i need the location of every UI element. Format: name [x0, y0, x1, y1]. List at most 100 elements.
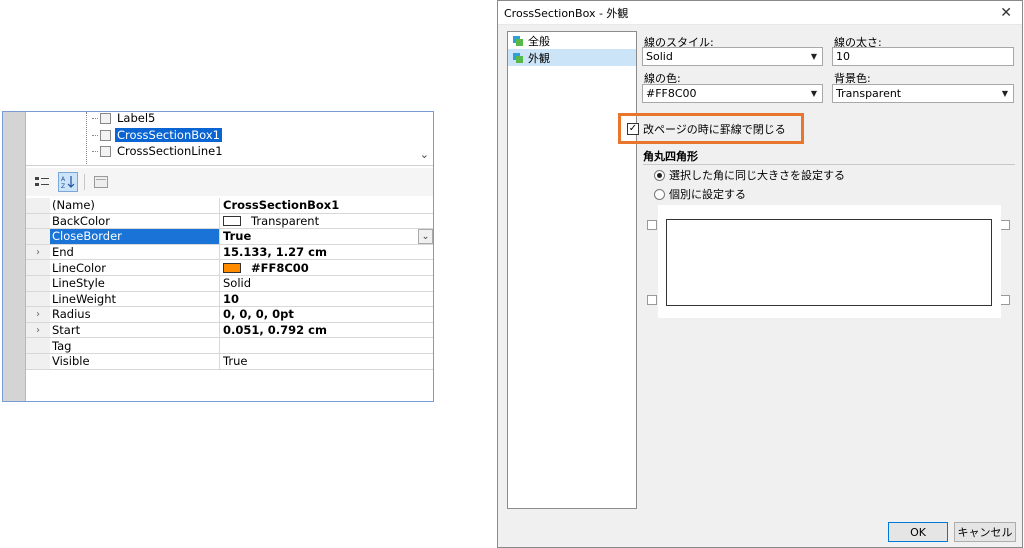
- property-value-text: True: [223, 229, 252, 244]
- nav-item-label: 全般: [528, 34, 550, 48]
- chevron-right-icon[interactable]: ›: [26, 322, 50, 338]
- corner-checkbox-bottom-left[interactable]: [647, 295, 657, 305]
- tree-dash: [92, 134, 98, 136]
- categorized-icon: [35, 177, 49, 186]
- sort-az-icon: A Z: [61, 176, 75, 189]
- line-weight-input[interactable]: 10: [832, 47, 1014, 66]
- section-divider: [643, 164, 1015, 165]
- property-row[interactable]: LineStyle Solid: [26, 275, 433, 292]
- corner-preview-area: [658, 205, 1001, 318]
- chevron-down-icon[interactable]: ⌄: [420, 148, 429, 161]
- property-value[interactable]: 0.051, 0.792 cm: [220, 323, 433, 338]
- nav-item-label: 外観: [528, 51, 550, 65]
- property-name: LineStyle: [50, 275, 220, 291]
- dialog-body: 全般 外観 線のスタイル: Solid ▼ 線の太さ: 10 線の色: #FF8…: [498, 25, 1022, 547]
- property-row[interactable]: Visible True: [26, 353, 433, 370]
- color-swatch: [223, 215, 241, 226]
- property-name: Visible: [50, 353, 220, 369]
- property-name: BackColor: [50, 213, 220, 229]
- tree-item-crosssectionline1[interactable]: CrossSectionLine1: [92, 143, 225, 159]
- radio-same-size[interactable]: 選択した角に同じ大きさを設定する: [654, 167, 845, 183]
- close-border-checkbox[interactable]: ✓: [627, 122, 639, 135]
- property-name: End: [50, 244, 220, 260]
- property-row[interactable]: BackColor Transparent: [26, 213, 433, 230]
- row-gutter: [26, 260, 50, 275]
- property-row[interactable]: Tag: [26, 338, 433, 354]
- property-row[interactable]: › Start 0.051, 0.792 cm: [26, 322, 433, 339]
- dialog-nav-list: 全般 外観: [507, 31, 637, 509]
- property-row[interactable]: › Radius 0, 0, 0, 0pt: [26, 307, 433, 323]
- svg-text:A: A: [61, 176, 66, 183]
- close-border-label[interactable]: 改ページの時に罫線で閉じる: [643, 121, 786, 137]
- property-value[interactable]: #FF8C00: [220, 260, 433, 275]
- property-pages-button[interactable]: [91, 172, 111, 192]
- property-row[interactable]: LineColor #FF8C00: [26, 260, 433, 276]
- row-gutter: [26, 213, 50, 229]
- tree-dash: [92, 150, 98, 152]
- property-value[interactable]: Transparent: [220, 214, 433, 229]
- property-value[interactable]: True ⌄: [220, 229, 433, 245]
- tree-node-icon: [100, 145, 111, 157]
- property-row[interactable]: › End 15.133, 1.27 cm: [26, 244, 433, 261]
- ok-button[interactable]: OK: [888, 522, 948, 542]
- corner-checkbox-bottom-right[interactable]: [1000, 295, 1010, 305]
- cancel-button[interactable]: キャンセル: [954, 522, 1016, 542]
- property-row[interactable]: CloseBorder True ⌄: [26, 229, 433, 245]
- row-gutter: [26, 275, 50, 291]
- radio-individual[interactable]: 個別に設定する: [654, 186, 746, 202]
- property-pages-icon: [94, 176, 108, 188]
- close-border-highlight: ✓ 改ページの時に罫線で閉じる: [618, 113, 804, 144]
- nav-item-appearance[interactable]: 外観: [508, 49, 636, 66]
- alphabetical-button[interactable]: A Z: [58, 172, 78, 192]
- property-value[interactable]: Solid: [220, 276, 433, 291]
- close-icon[interactable]: ✕: [1000, 5, 1012, 21]
- nav-item-general[interactable]: 全般: [508, 32, 636, 49]
- property-value[interactable]: CrossSectionBox1: [220, 198, 433, 213]
- chevron-down-icon: ▼: [1001, 89, 1009, 98]
- property-value[interactable]: 0, 0, 0, 0pt: [220, 307, 433, 322]
- color-swatch: [223, 262, 241, 273]
- property-value[interactable]: True: [220, 354, 433, 369]
- svg-text:Z: Z: [61, 183, 65, 189]
- tree-node-icon: [100, 112, 111, 124]
- property-value-text: 15.133, 1.27 cm: [223, 245, 327, 260]
- rounded-rect-section-title: 角丸四角形: [643, 150, 698, 163]
- radio-button[interactable]: [654, 169, 665, 181]
- property-grid-panel: Label5 CrossSectionBox1 CrossSectionLine…: [2, 111, 434, 402]
- tree-dash: [92, 117, 98, 119]
- dialog-title: CrossSectionBox - 外観: [504, 6, 629, 20]
- preview-rectangle: [666, 219, 992, 306]
- appearance-dialog: CrossSectionBox - 外観 ✕ 全般 外観 線のスタイル: Sol…: [497, 0, 1023, 548]
- property-name: Start: [50, 322, 220, 338]
- property-row[interactable]: LineWeight 10: [26, 291, 433, 308]
- row-gutter: [26, 353, 50, 369]
- corner-checkbox-top-right[interactable]: [1000, 220, 1010, 230]
- line-style-select[interactable]: Solid ▼: [642, 47, 823, 66]
- property-value-text: True: [223, 354, 248, 369]
- row-gutter: [26, 338, 50, 353]
- tree-item-crosssectionbox1[interactable]: CrossSectionBox1: [92, 127, 223, 143]
- property-value[interactable]: 15.133, 1.27 cm: [220, 245, 433, 260]
- tree-item-label5[interactable]: Label5: [92, 112, 157, 126]
- line-style-value: Solid: [646, 50, 673, 63]
- property-value-text: Transparent: [251, 213, 320, 228]
- dialog-titlebar: CrossSectionBox - 外観 ✕: [498, 1, 1022, 25]
- property-name: Tag: [50, 338, 220, 353]
- categorized-button[interactable]: [32, 172, 52, 192]
- corner-checkbox-top-left[interactable]: [647, 220, 657, 230]
- toolbar-separator: [84, 174, 85, 190]
- tree-item-label: Label5: [117, 112, 156, 125]
- property-value[interactable]: [220, 338, 433, 353]
- chevron-down-icon: ▼: [810, 52, 818, 61]
- line-color-select[interactable]: #FF8C00 ▼: [642, 84, 823, 103]
- radio-button[interactable]: [654, 188, 665, 200]
- chevron-down-icon[interactable]: ⌄: [418, 229, 433, 245]
- property-row[interactable]: (Name) CrossSectionBox1: [26, 198, 433, 214]
- chevron-right-icon[interactable]: ›: [26, 307, 50, 322]
- back-color-select[interactable]: Transparent ▼: [832, 84, 1014, 103]
- chevron-right-icon[interactable]: ›: [26, 244, 50, 260]
- property-value-text: Solid: [223, 276, 252, 291]
- property-grid-toolbar: A Z: [26, 168, 433, 196]
- property-value[interactable]: 10: [220, 292, 433, 307]
- row-gutter: [26, 229, 50, 244]
